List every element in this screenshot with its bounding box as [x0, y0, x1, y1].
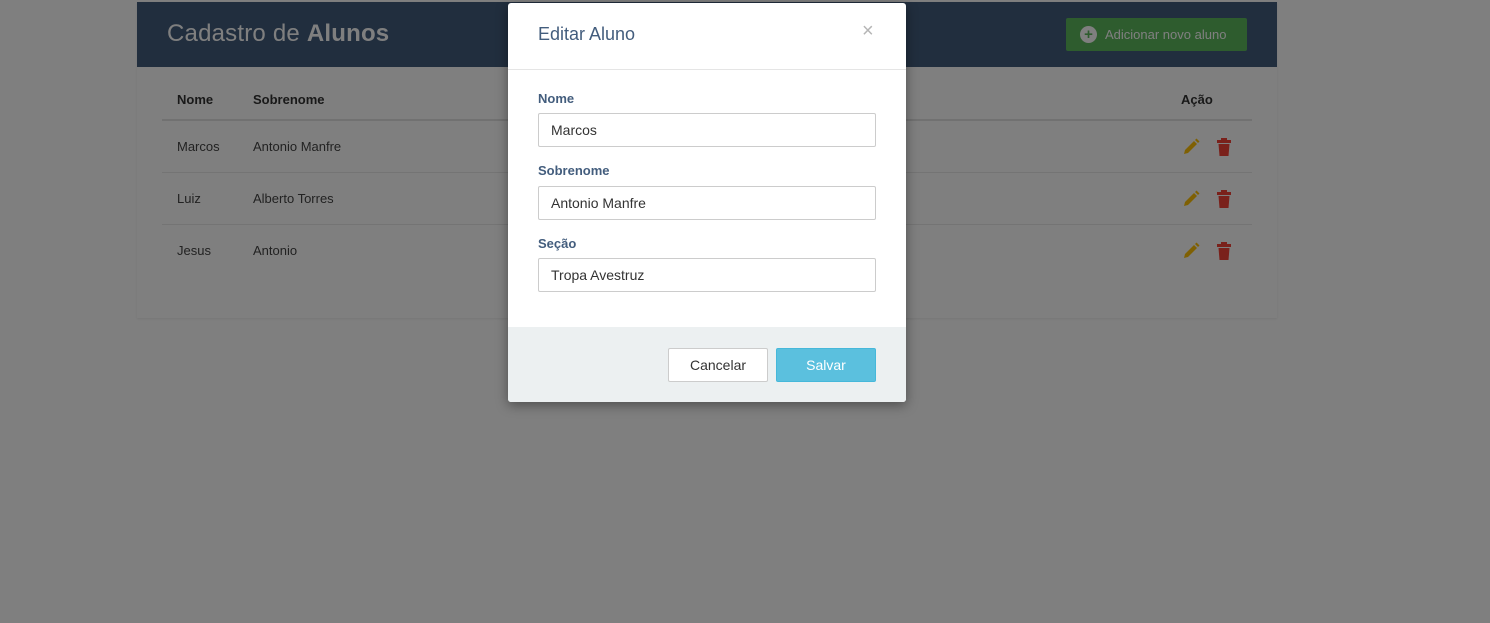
sobrenome-input[interactable] [538, 186, 876, 220]
cancel-button[interactable]: Cancelar [668, 348, 768, 382]
nome-label: Nome [538, 91, 575, 106]
save-button[interactable]: Salvar [776, 348, 876, 382]
modal-title: Editar Aluno [538, 24, 636, 44]
nome-input[interactable] [538, 113, 876, 147]
modal-header: Editar Aluno × [508, 3, 906, 70]
close-icon[interactable]: × [862, 20, 874, 43]
secao-label: Seção [538, 236, 577, 251]
modal-footer: Cancelar Salvar [508, 327, 906, 402]
edit-student-modal: Editar Aluno × Nome Sobrenome Seção Canc… [508, 3, 906, 402]
secao-input[interactable] [538, 258, 876, 292]
sobrenome-label: Sobrenome [538, 163, 610, 178]
